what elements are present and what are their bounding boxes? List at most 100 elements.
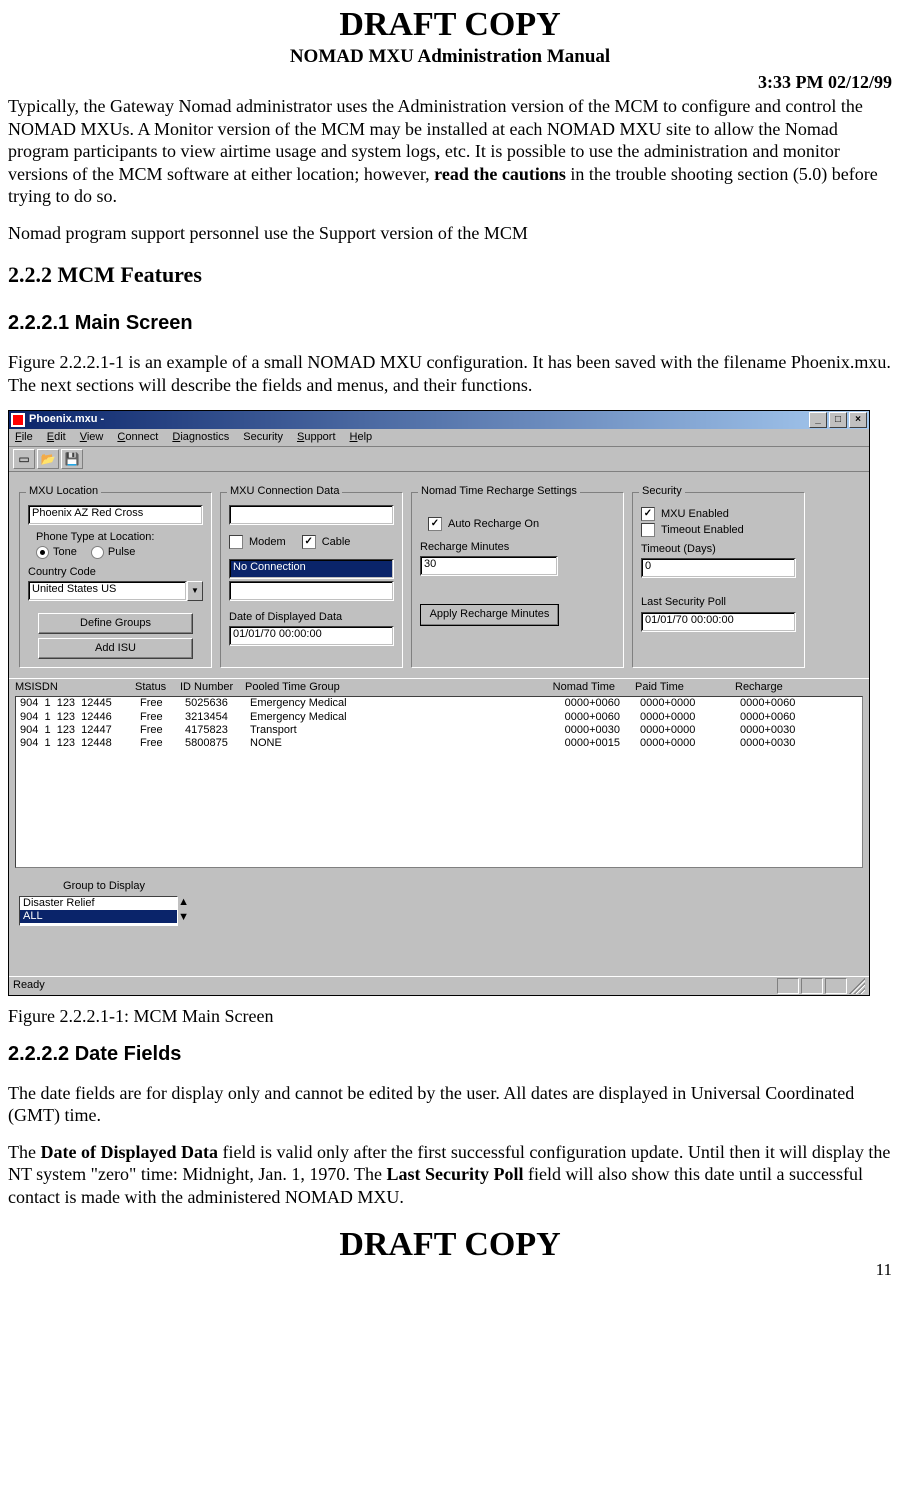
connection-status: No Connection [229,559,394,579]
scroll-down-icon[interactable]: ▼ [178,911,189,926]
chevron-down-icon[interactable]: ▼ [187,581,203,601]
scroll-up-icon[interactable]: ▲ [178,896,189,911]
status-text: Ready [13,979,45,992]
p1-bold: read the cautions [434,164,566,184]
hdr-msisdn: MSISDN [15,681,135,694]
phone-type-label: Phone Type at Location: [28,531,203,544]
hdr-status: Status [135,681,180,694]
connection-extra[interactable] [229,581,394,601]
radio-dot-icon [36,546,49,559]
checkbox-icon [229,535,243,549]
radio-pulse-label: Pulse [108,546,136,559]
menu-view[interactable]: View [80,431,104,444]
group-security: Security ✓MXU Enabled Timeout Enabled Ti… [632,492,805,668]
hdr-pt: Paid Time [635,681,735,694]
p5b: Date of Displayed Data [40,1142,218,1162]
country-dropdown[interactable]: United States US ▼ [28,581,203,601]
menu-help[interactable]: Help [350,431,373,444]
group-opt-0[interactable]: Disaster Relief [20,897,177,910]
maximize-button[interactable]: □ [829,412,847,428]
date-displayed-value: 01/01/70 00:00:00 [229,626,394,646]
minimize-button[interactable]: _ [809,412,827,428]
mcm-screenshot: Phoenix.mxu - _ □ × File Edit View Conne… [8,410,870,996]
country-code-label: Country Code [28,566,203,579]
hdr-ptg: Pooled Time Group [245,681,515,694]
p5d: Last Security Poll [387,1164,524,1184]
radio-tone[interactable]: Tone [36,546,77,559]
timeout-days-input[interactable]: 0 [641,558,796,578]
table-row[interactable]: 904 1 123 12446Free3213454Emergency Medi… [16,711,862,724]
define-groups-button[interactable]: Define Groups [38,613,193,634]
save-icon[interactable]: 💾 [61,449,83,469]
checkbox-modem[interactable]: Modem [229,535,286,549]
titlebar[interactable]: Phoenix.mxu - _ □ × [9,411,869,429]
modem-label: Modem [249,536,286,549]
paragraph-1: Typically, the Gateway Nomad administrat… [8,95,892,208]
menu-edit[interactable]: Edit [47,431,66,444]
legend-recharge: Nomad Time Recharge Settings [418,485,580,498]
group-mxu-location: MXU Location Phoenix AZ Red Cross Phone … [19,492,212,668]
footer-draft: DRAFT COPY [8,1226,892,1264]
isu-list[interactable]: 904 1 123 12445Free5025636Emergency Medi… [15,696,863,868]
checkbox-icon: ✓ [641,507,655,521]
table-row[interactable]: 904 1 123 12445Free5025636Emergency Medi… [16,697,862,710]
paragraph-2: Nomad program support personnel use the … [8,222,892,245]
group-connection-data: MXU Connection Data Modem ✓Cable No Conn… [220,492,403,668]
checkbox-timeout-enabled[interactable]: Timeout Enabled [641,523,796,537]
auto-recharge-label: Auto Recharge On [448,518,539,531]
heading-2-2-2-1: 2.2.2.1 Main Screen [8,312,892,335]
timestamp: 3:33 PM 02/12/99 [8,72,892,93]
radio-dot-icon [91,546,104,559]
window-title: Phoenix.mxu - [29,413,104,426]
heading-2-2-2-2: 2.2.2.2 Date Fields [8,1043,892,1066]
checkbox-icon [641,523,655,537]
checkbox-mxu-enabled[interactable]: ✓ MXU Enabled [641,507,796,521]
bottom-row: Group to Display Disaster Relief ALL ▲ ▼ [9,874,869,935]
close-button[interactable]: × [849,412,867,428]
radio-tone-label: Tone [53,546,77,559]
app-icon [11,413,25,427]
checkbox-auto-recharge[interactable]: ✓Auto Recharge On [428,517,615,531]
last-poll-label: Last Security Poll [641,596,796,609]
heading-2-2-2: 2.2.2 MCM Features [8,262,892,288]
last-poll-value: 01/01/70 00:00:00 [641,612,796,632]
menu-file[interactable]: File [15,431,33,444]
group-display-label: Group to Display [19,880,189,893]
apply-recharge-button[interactable]: Apply Recharge Minutes [420,604,559,625]
draft-header: DRAFT COPY [8,6,892,44]
timeout-days-label: Timeout (Days) [641,543,796,556]
statusbar: Ready [9,976,869,995]
connection-input[interactable] [229,505,394,525]
date-displayed-label: Date of Displayed Data [229,611,394,624]
hdr-nt: Nomad Time [515,681,635,694]
country-value: United States US [28,581,187,601]
toolbar: ▭ 📂 💾 [9,447,869,472]
location-name-input[interactable]: Phoenix AZ Red Cross [28,505,203,525]
menu-diagnostics[interactable]: Diagnostics [172,431,229,444]
add-isu-button[interactable]: Add ISU [38,638,193,659]
p5a: The [8,1142,40,1162]
group-opt-1[interactable]: ALL [20,910,177,923]
open-icon[interactable]: 📂 [37,449,59,469]
cable-label: Cable [322,536,351,549]
legend-connection: MXU Connection Data [227,485,342,498]
mxu-enabled-label: MXU Enabled [661,508,729,521]
paragraph-3: Figure 2.2.2.1-1 is an example of a smal… [8,351,892,396]
table-row[interactable]: 904 1 123 12447Free4175823Transport0000+… [16,724,862,737]
menu-connect[interactable]: Connect [117,431,158,444]
resize-grip-icon[interactable] [849,978,865,994]
table-row[interactable]: 904 1 123 12448Free5800875NONE0000+00150… [16,737,862,750]
client-area: MXU Location Phoenix AZ Red Cross Phone … [9,472,869,678]
group-display-list[interactable]: Disaster Relief ALL [19,896,178,926]
new-icon[interactable]: ▭ [13,449,35,469]
checkbox-cable[interactable]: ✓Cable [302,535,351,549]
menu-support[interactable]: Support [297,431,336,444]
legend-security: Security [639,485,685,498]
menu-security[interactable]: Security [243,431,283,444]
status-cell [777,978,799,994]
recharge-minutes-input[interactable]: 30 [420,556,558,576]
hdr-rc: Recharge [735,681,825,694]
group-recharge: Nomad Time Recharge Settings ✓Auto Recha… [411,492,624,668]
legend-location: MXU Location [26,485,101,498]
radio-pulse[interactable]: Pulse [91,546,136,559]
